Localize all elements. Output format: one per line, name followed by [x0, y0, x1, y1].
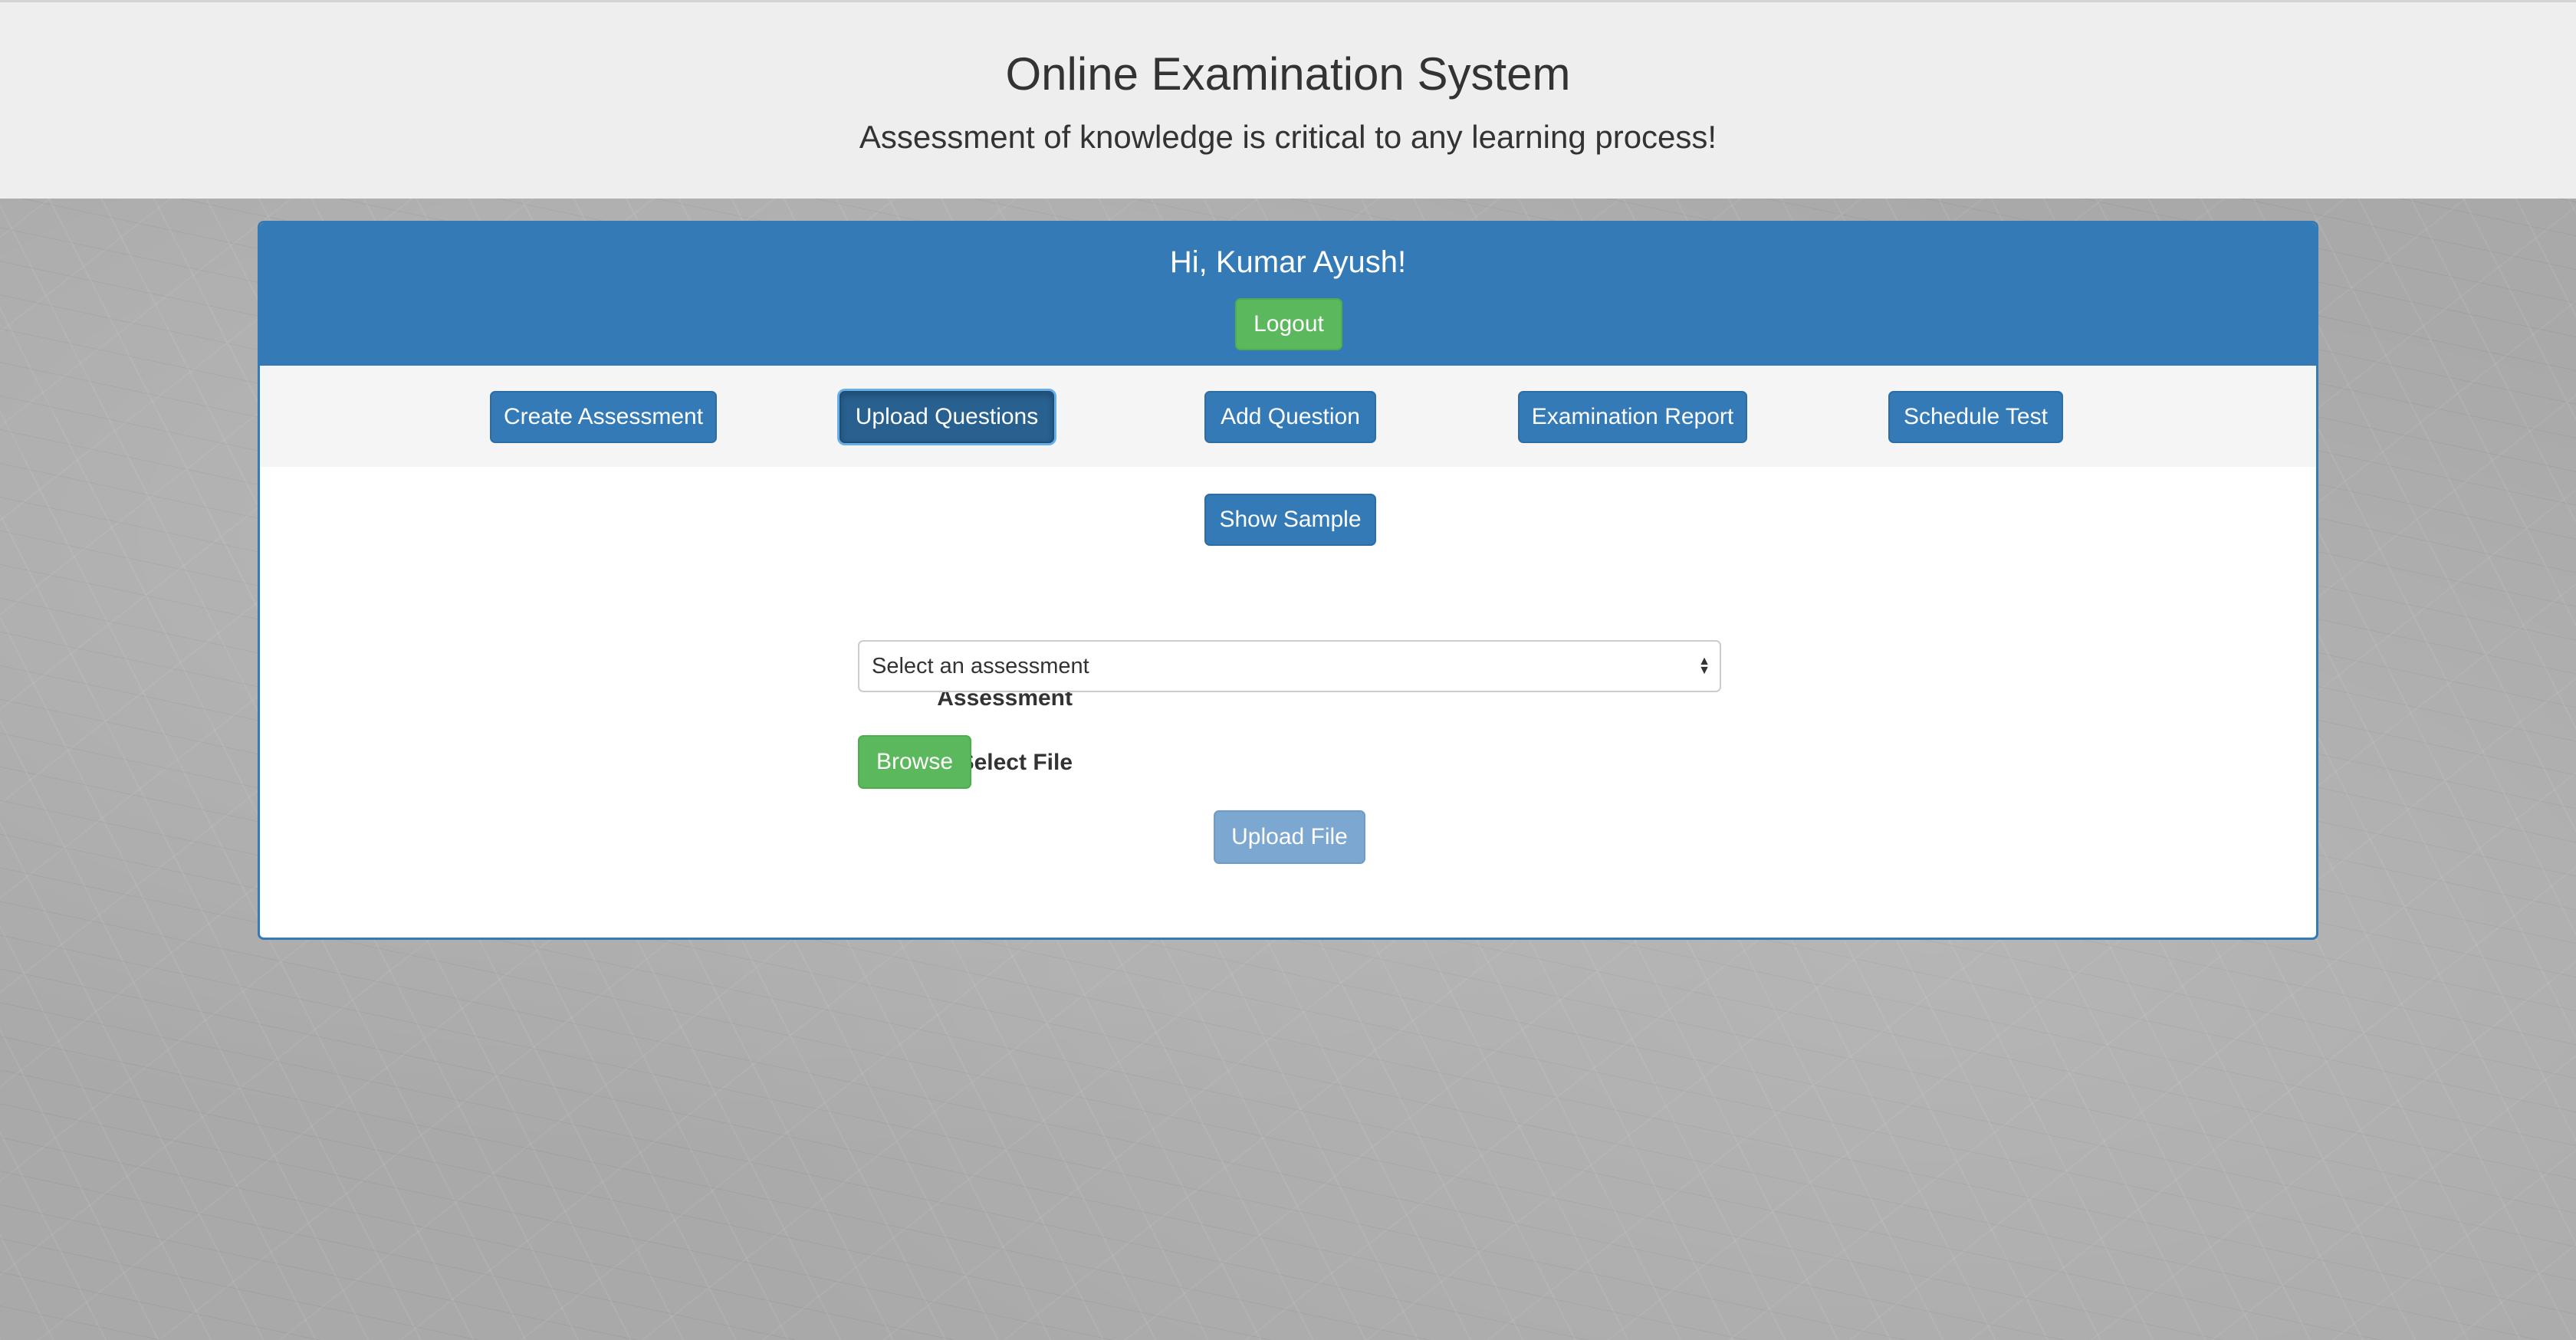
create-assessment-button[interactable]: Create Assessment	[490, 391, 717, 443]
add-question-button[interactable]: Add Question	[1204, 391, 1376, 443]
action-nav-bar: Create Assessment Upload Questions Add Q…	[260, 366, 2316, 467]
show-sample-button[interactable]: Show Sample	[1204, 494, 1376, 546]
upload-file-button[interactable]: Upload File	[1214, 810, 1365, 864]
schedule-test-button[interactable]: Schedule Test	[1888, 391, 2063, 443]
site-header: Online Examination System Assessment of …	[0, 2, 2576, 199]
upload-questions-form: Show Sample Select Assessment Select an …	[260, 467, 2316, 938]
user-greeting: Hi, Kumar Ayush!	[1169, 245, 1407, 279]
assessment-select[interactable]: Select an assessment ▲ ▼	[858, 640, 1721, 692]
panel-heading: Hi, Kumar Ayush! Logout	[260, 223, 2316, 366]
dashboard-panel: Hi, Kumar Ayush! Logout Create Assessmen…	[258, 221, 2318, 940]
browse-button[interactable]: Browse	[858, 735, 971, 789]
select-arrows-icon: ▲ ▼	[1698, 655, 1710, 677]
site-tagline: Assessment of knowledge is critical to a…	[859, 119, 1717, 155]
site-title: Online Examination System	[1005, 48, 1571, 100]
upload-questions-button[interactable]: Upload Questions	[840, 391, 1054, 443]
examination-report-button[interactable]: Examination Report	[1518, 391, 1747, 443]
assessment-select-value: Select an assessment	[872, 654, 1089, 678]
logout-button[interactable]: Logout	[1235, 298, 1342, 350]
